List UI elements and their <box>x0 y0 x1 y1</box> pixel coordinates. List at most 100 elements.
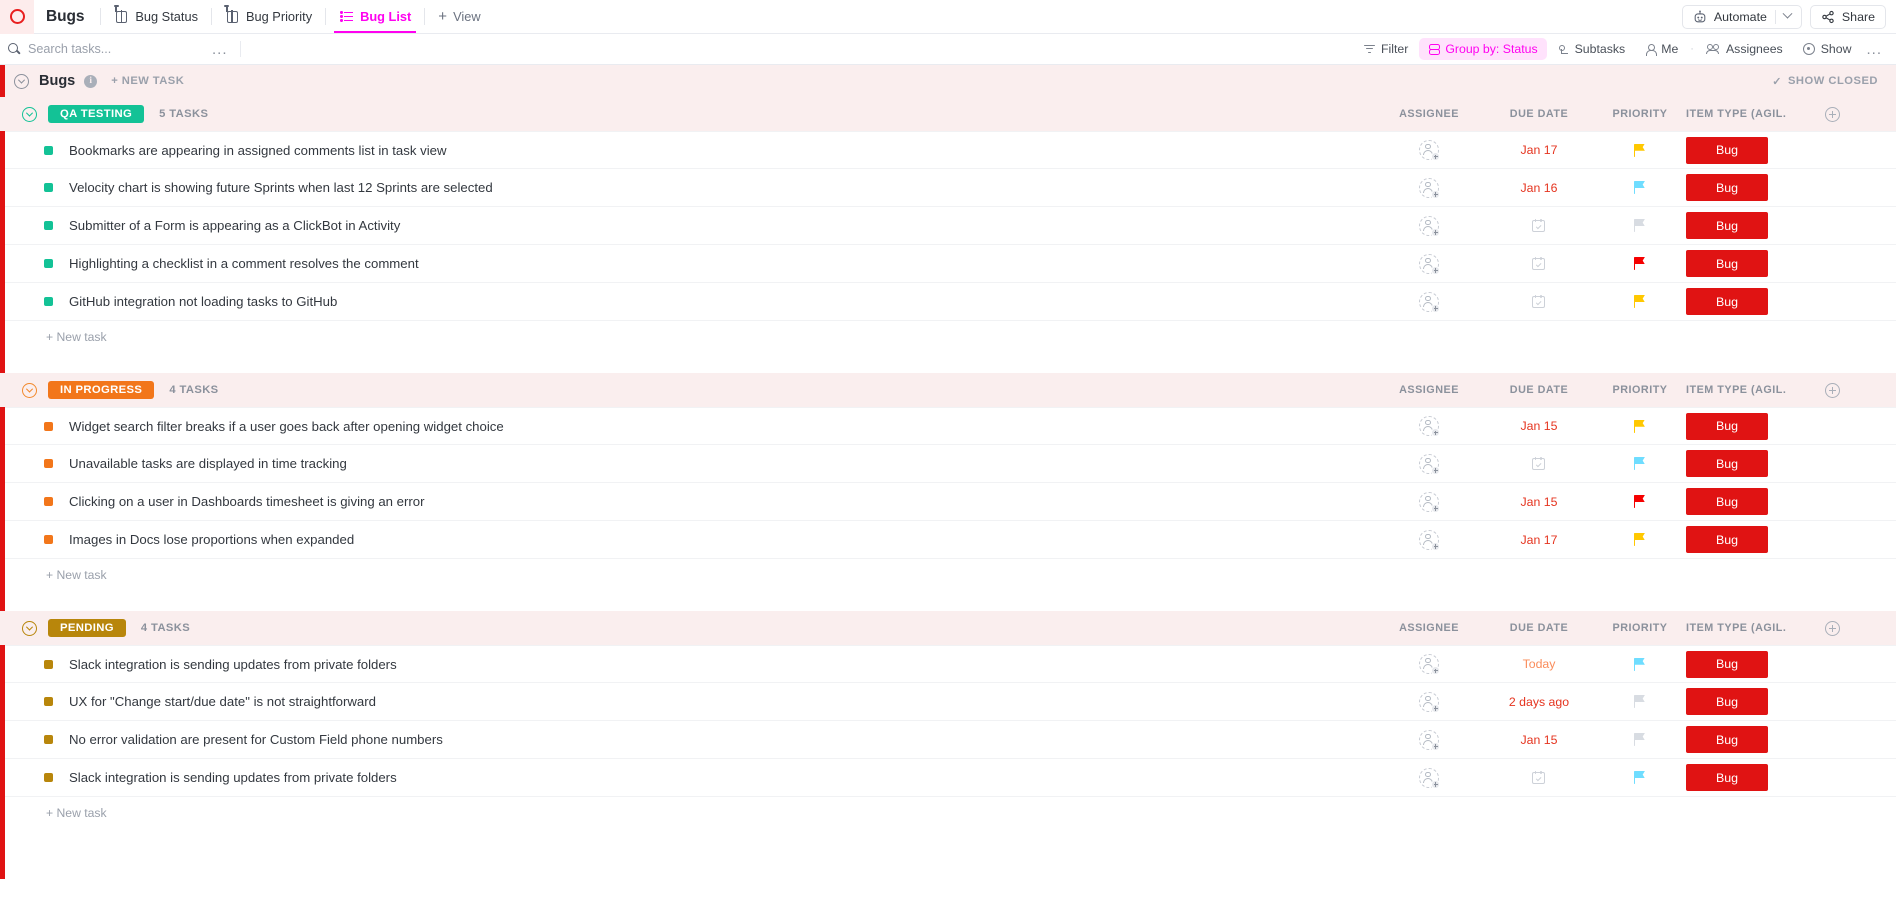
info-icon[interactable]: i <box>84 74 98 88</box>
assignee-cell[interactable] <box>1374 529 1484 551</box>
table-row[interactable]: Unavailable tasks are displayed in time … <box>0 445 1896 483</box>
item-type-cell[interactable]: Bug <box>1686 650 1786 678</box>
status-dot[interactable] <box>44 773 53 782</box>
table-row[interactable]: Submitter of a Form is appearing as a Cl… <box>0 207 1896 245</box>
item-type-cell[interactable]: Bug <box>1686 412 1786 440</box>
chevron-down-icon[interactable] <box>1782 8 1793 19</box>
tab-bug-status[interactable]: Bug Status <box>101 0 211 33</box>
add-task-button[interactable]: + New task <box>0 321 1896 353</box>
due-date-cell[interactable]: Jan 16 <box>1484 181 1594 195</box>
task-name[interactable]: Submitter of a Form is appearing as a Cl… <box>69 218 400 233</box>
assignee-cell[interactable] <box>1374 215 1484 237</box>
column-header-item-type[interactable]: ITEM TYPE (AGIL... <box>1686 108 1786 120</box>
priority-cell[interactable] <box>1594 219 1686 233</box>
group-by-button[interactable]: Group by: Status <box>1419 38 1547 60</box>
table-row[interactable]: Clicking on a user in Dashboards timeshe… <box>0 483 1896 521</box>
status-dot[interactable] <box>44 459 53 468</box>
column-header-item-type[interactable]: ITEM TYPE (AGIL... <box>1686 622 1786 634</box>
task-name[interactable]: Highlighting a checklist in a comment re… <box>69 256 419 271</box>
due-date-cell[interactable]: Today <box>1484 657 1594 671</box>
item-type-cell[interactable]: Bug <box>1686 526 1786 553</box>
show-button[interactable]: Show <box>1794 38 1861 60</box>
status-badge[interactable]: IN PROGRESS <box>48 381 155 399</box>
column-header-due-date[interactable]: DUE DATE <box>1484 622 1594 634</box>
status-dot[interactable] <box>44 535 53 544</box>
task-name[interactable]: Bookmarks are appearing in assigned comm… <box>69 143 446 158</box>
table-row[interactable]: Widget search filter breaks if a user go… <box>0 407 1896 445</box>
task-name[interactable]: Unavailable tasks are displayed in time … <box>69 456 347 471</box>
status-dot[interactable] <box>44 659 53 669</box>
task-name[interactable]: Widget search filter breaks if a user go… <box>69 419 504 434</box>
add-task-button[interactable]: + New task <box>0 559 1896 591</box>
column-header-priority[interactable]: PRIORITY <box>1594 384 1686 396</box>
due-date-value[interactable]: Jan 16 <box>1521 181 1558 195</box>
table-row[interactable]: No error validation are present for Cust… <box>0 721 1896 759</box>
due-date-value[interactable]: Jan 15 <box>1521 733 1558 747</box>
due-date-cell[interactable] <box>1484 256 1594 271</box>
table-row[interactable]: Bookmarks are appearing in assigned comm… <box>0 131 1896 169</box>
priority-cell[interactable] <box>1594 733 1686 747</box>
assignee-cell[interactable] <box>1374 140 1484 161</box>
status-dot[interactable] <box>44 297 53 306</box>
toolbar-overflow-button[interactable]: ... <box>1862 42 1886 57</box>
column-header-assignee[interactable]: ASSIGNEE <box>1374 384 1484 396</box>
assignee-cell[interactable] <box>1374 767 1484 789</box>
status-badge[interactable]: PENDING <box>48 619 126 637</box>
assignee-cell[interactable] <box>1374 453 1484 475</box>
assignee-cell[interactable] <box>1374 729 1484 751</box>
calendar-icon[interactable] <box>1532 770 1546 785</box>
add-task-button[interactable]: + New task <box>0 797 1896 829</box>
calendar-icon[interactable] <box>1532 456 1546 471</box>
assignees-button[interactable]: Assignees <box>1697 38 1792 60</box>
priority-cell[interactable] <box>1594 457 1686 471</box>
task-name[interactable]: Images in Docs lose proportions when exp… <box>69 532 354 547</box>
calendar-icon[interactable] <box>1532 218 1546 233</box>
add-column-button[interactable] <box>1786 106 1878 122</box>
item-type-cell[interactable]: Bug <box>1686 726 1786 753</box>
status-dot[interactable] <box>44 697 53 706</box>
assignee-cell[interactable] <box>1374 416 1484 437</box>
status-dot[interactable] <box>44 497 53 506</box>
assignee-cell[interactable] <box>1374 291 1484 313</box>
share-button[interactable]: Share <box>1809 4 1886 29</box>
due-date-cell[interactable]: Jan 15 <box>1484 495 1594 509</box>
assignee-cell[interactable] <box>1374 177 1484 199</box>
table-row[interactable]: Slack integration is sending updates fro… <box>0 759 1896 797</box>
status-dot[interactable] <box>44 221 53 230</box>
due-date-value[interactable]: Jan 17 <box>1521 533 1558 547</box>
item-type-cell[interactable]: Bug <box>1686 688 1786 715</box>
column-header-assignee[interactable]: ASSIGNEE <box>1374 108 1484 120</box>
clickup-logo-icon[interactable] <box>0 0 34 34</box>
item-type-cell[interactable]: Bug <box>1686 212 1786 239</box>
status-dot[interactable] <box>44 735 53 744</box>
priority-cell[interactable] <box>1594 771 1686 785</box>
priority-cell[interactable] <box>1594 695 1686 709</box>
collapse-list-icon[interactable] <box>14 73 29 89</box>
automate-button[interactable]: Automate <box>1681 4 1802 29</box>
status-dot[interactable] <box>44 421 53 431</box>
column-header-priority[interactable]: PRIORITY <box>1594 108 1686 120</box>
task-name[interactable]: Slack integration is sending updates fro… <box>69 770 397 785</box>
collapse-group-icon[interactable] <box>22 620 37 636</box>
status-dot[interactable] <box>44 183 53 192</box>
table-row[interactable]: Highlighting a checklist in a comment re… <box>0 245 1896 283</box>
column-header-due-date[interactable]: DUE DATE <box>1484 108 1594 120</box>
priority-cell[interactable] <box>1594 181 1686 195</box>
new-task-button[interactable]: + NEW TASK <box>111 75 184 87</box>
calendar-icon[interactable] <box>1532 294 1546 309</box>
calendar-icon[interactable] <box>1532 256 1546 271</box>
tab-bug-list[interactable]: Bug List <box>326 0 424 33</box>
item-type-cell[interactable]: Bug <box>1686 250 1786 277</box>
subtasks-button[interactable]: Subtasks <box>1549 38 1635 60</box>
tab-bug-priority[interactable]: Bug Priority <box>212 0 325 33</box>
item-type-cell[interactable]: Bug <box>1686 288 1786 315</box>
assignee-cell[interactable] <box>1374 491 1484 513</box>
assignee-cell[interactable] <box>1374 253 1484 275</box>
priority-cell[interactable] <box>1594 295 1686 309</box>
due-date-cell[interactable]: Jan 17 <box>1484 533 1594 547</box>
item-type-cell[interactable]: Bug <box>1686 136 1786 164</box>
add-view-button[interactable]: + View <box>425 9 493 24</box>
due-date-cell[interactable] <box>1484 456 1594 471</box>
due-date-cell[interactable] <box>1484 770 1594 785</box>
due-date-value[interactable]: 2 days ago <box>1509 695 1569 709</box>
